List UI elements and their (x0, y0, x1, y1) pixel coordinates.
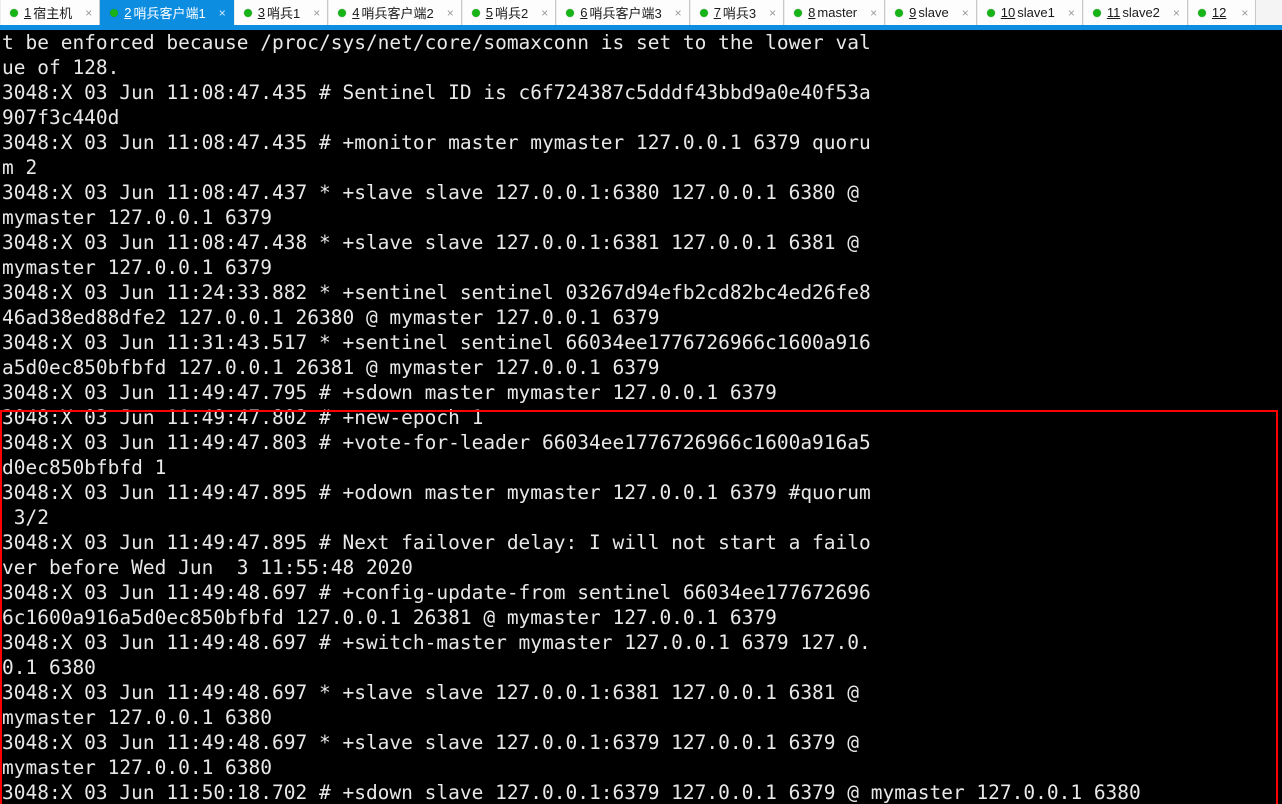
tab-label: 哨兵客户端2 (361, 6, 434, 21)
connection-status-dot-icon (895, 8, 904, 17)
tab-number: 9 (909, 5, 917, 20)
tab-close-icon[interactable]: × (867, 7, 880, 19)
connection-status-dot-icon (10, 8, 18, 17)
tab-number: 7 (713, 5, 721, 20)
tab-close-icon[interactable]: × (1238, 7, 1251, 19)
tab-close-icon[interactable]: × (216, 7, 229, 19)
connection-status-dot-icon (110, 8, 119, 17)
tab-bar: 1 宿主机 × 2 哨兵客户端1 × 3 哨兵1 × 4 哨兵客户端2 × 5 哨兵2 × 6 哨兵客户端3 × 7… (0, 0, 1282, 30)
connection-status-dot-icon (1092, 8, 1101, 17)
connection-status-dot-icon (566, 8, 575, 17)
connection-status-dot-icon (471, 8, 480, 17)
tab-12[interactable]: 12 × (1187, 0, 1257, 25)
tab-close-icon[interactable]: × (82, 7, 95, 19)
tab-close-icon[interactable]: × (672, 7, 685, 19)
tab-number: 2 (124, 5, 132, 20)
tab-label: master (817, 5, 858, 20)
tab-label: 哨兵3 (722, 6, 757, 21)
connection-status-dot-icon (794, 8, 803, 17)
terminal-output-pane[interactable]: t be enforced because /proc/sys/net/core… (0, 30, 1282, 804)
tab-5[interactable]: 5 哨兵2 × (461, 0, 557, 25)
connection-status-dot-icon (986, 8, 995, 17)
tab-close-icon[interactable]: × (1170, 7, 1183, 19)
connection-status-dot-icon (1197, 8, 1206, 17)
tab-number: 11 (1106, 5, 1121, 20)
tab-7[interactable]: 7 哨兵3 × (689, 0, 785, 25)
tab-close-icon[interactable]: × (538, 7, 551, 19)
tab-label: 哨兵2 (494, 6, 529, 21)
tab-close-icon[interactable]: × (310, 7, 323, 19)
tab-close-icon[interactable]: × (766, 7, 779, 19)
tab-6[interactable]: 6 哨兵客户端3 × (556, 0, 690, 25)
tab-label: 哨兵客户端1 (133, 6, 206, 21)
tab-label: 哨兵客户端3 (589, 6, 662, 21)
connection-status-dot-icon (699, 8, 708, 17)
tab-number: 10 (1000, 5, 1016, 20)
tab-8[interactable]: 8 master × (784, 0, 886, 25)
tab-number: 4 (352, 5, 360, 20)
tab-number: 12 (1211, 5, 1227, 20)
tab-3[interactable]: 3 哨兵1 × (233, 0, 329, 25)
terminal-log-text: t be enforced because /proc/sys/net/core… (2, 31, 1141, 804)
tab-number: 8 (808, 5, 816, 20)
tab-number: 6 (580, 5, 588, 20)
connection-status-dot-icon (338, 8, 347, 17)
tab-number: 5 (485, 5, 493, 20)
tab-label: 宿主机 (33, 6, 73, 21)
tab-close-icon[interactable]: × (1065, 7, 1078, 19)
tab-4[interactable]: 4 哨兵客户端2 × (328, 0, 462, 25)
tab-10[interactable]: 10 slave1 × (976, 0, 1083, 25)
tab-label: 哨兵1 (266, 6, 301, 21)
tab-label: slave2 (1122, 5, 1160, 20)
connection-status-dot-icon (243, 8, 252, 17)
tab-number: 1 (24, 5, 32, 20)
tab-2[interactable]: 2 哨兵客户端1 × (100, 0, 234, 25)
tab-label: slave (918, 5, 949, 20)
tab-close-icon[interactable]: × (959, 7, 972, 19)
tab-11[interactable]: 11 slave2 × (1082, 0, 1188, 25)
tab-close-icon[interactable]: × (444, 7, 457, 19)
tab-label: slave1 (1017, 5, 1055, 20)
tab-1[interactable]: 1 宿主机 × (0, 0, 101, 25)
tab-9[interactable]: 9 slave × (885, 0, 977, 25)
tab-number: 3 (257, 5, 265, 20)
